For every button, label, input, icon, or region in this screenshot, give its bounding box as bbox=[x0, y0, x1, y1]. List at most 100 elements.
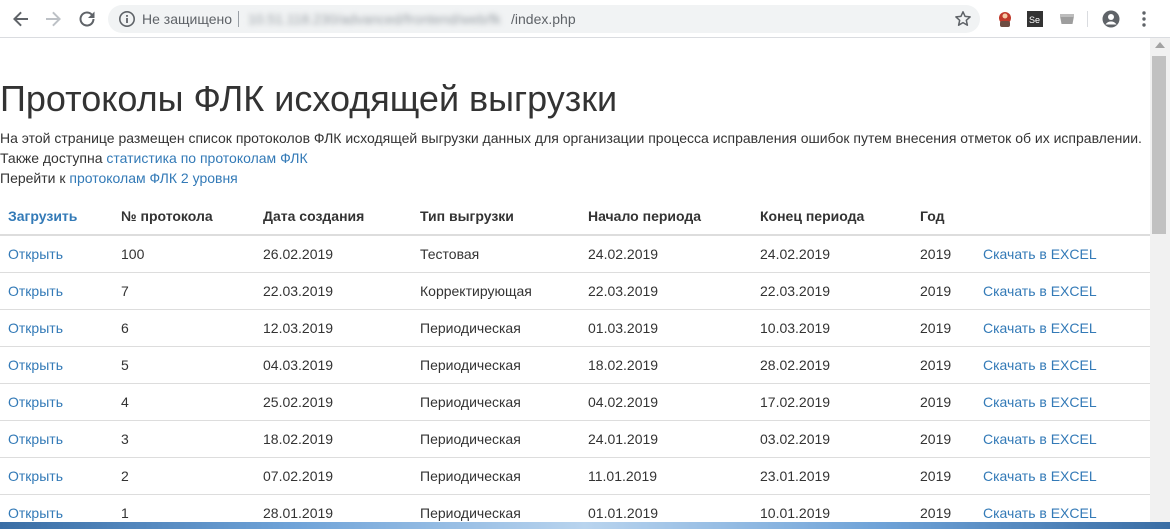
period-start: 24.02.2019 bbox=[580, 234, 752, 273]
column-header-created: Дата создания bbox=[255, 198, 412, 236]
table-row: Открыть 5 04.03.2019 Периодическая 18.02… bbox=[0, 346, 1150, 384]
upload-type: Тестовая bbox=[412, 234, 580, 273]
upload-type: Корректирующая bbox=[412, 272, 580, 310]
toolbar-separator bbox=[1087, 11, 1088, 27]
open-link[interactable]: Открыть bbox=[8, 283, 63, 299]
created-date: 18.02.2019 bbox=[255, 420, 412, 458]
column-header-period-start: Начало периода bbox=[580, 198, 752, 236]
created-date: 04.03.2019 bbox=[255, 346, 412, 384]
year: 2019 bbox=[912, 272, 975, 310]
upload-type: Периодическая bbox=[412, 383, 580, 421]
protocol-number: 5 bbox=[113, 346, 255, 384]
browser-toolbar: Не защищено 10.51.118.230/advanced/front… bbox=[0, 0, 1170, 38]
stats-prefix: Также доступна bbox=[0, 150, 103, 166]
url-host[interactable]: 10.51.118.230/advanced/frontend/web/fk bbox=[248, 11, 501, 27]
created-date: 07.02.2019 bbox=[255, 457, 412, 495]
period-start: 24.01.2019 bbox=[580, 420, 752, 458]
open-link[interactable]: Открыть bbox=[8, 505, 63, 521]
address-separator bbox=[238, 11, 239, 27]
open-link[interactable]: Открыть bbox=[8, 468, 63, 484]
period-end: 17.02.2019 bbox=[752, 383, 912, 421]
url-path[interactable]: /index.php bbox=[511, 11, 576, 27]
download-excel-link[interactable]: Скачать в EXCEL bbox=[983, 246, 1097, 262]
upload-type: Периодическая bbox=[412, 309, 580, 347]
upload-type: Периодическая bbox=[412, 457, 580, 495]
period-start: 01.03.2019 bbox=[580, 309, 752, 347]
download-excel-link[interactable]: Скачать в EXCEL bbox=[983, 431, 1097, 447]
star-icon[interactable] bbox=[954, 10, 972, 28]
table-header-row: Загрузить № протокола Дата создания Тип … bbox=[0, 198, 1150, 236]
back-arrow-icon[interactable] bbox=[9, 7, 33, 31]
column-header-type: Тип выгрузки bbox=[412, 198, 580, 236]
created-date: 26.02.2019 bbox=[255, 234, 412, 273]
selenium-extension-icon[interactable]: Se bbox=[1025, 9, 1045, 29]
level2-line: Перейти к протоколам ФЛК 2 уровня bbox=[0, 168, 1142, 188]
security-status[interactable]: Не защищено bbox=[142, 11, 232, 27]
table-row: Открыть 2 07.02.2019 Периодическая 11.01… bbox=[0, 457, 1150, 495]
period-end: 22.03.2019 bbox=[752, 272, 912, 310]
download-excel-link[interactable]: Скачать в EXCEL bbox=[983, 394, 1097, 410]
table-row: Открыть 100 26.02.2019 Тестовая 24.02.20… bbox=[0, 234, 1150, 273]
period-end: 24.02.2019 bbox=[752, 234, 912, 273]
year: 2019 bbox=[912, 234, 975, 273]
description-text: На этой странице размещен список протоко… bbox=[0, 130, 1142, 146]
column-header-year: Год bbox=[912, 198, 975, 236]
created-date: 25.02.2019 bbox=[255, 383, 412, 421]
reload-icon[interactable] bbox=[75, 7, 99, 31]
table-row: Открыть 4 25.02.2019 Периодическая 04.02… bbox=[0, 383, 1150, 421]
stats-line: Также доступна статистика по протоколам … bbox=[0, 148, 1142, 168]
period-end: 03.02.2019 bbox=[752, 420, 912, 458]
download-excel-link[interactable]: Скачать в EXCEL bbox=[983, 320, 1097, 336]
upload-link-label[interactable]: Загрузить bbox=[8, 208, 77, 224]
stats-link[interactable]: статистика по протоколам ФЛК bbox=[106, 150, 307, 166]
download-excel-link[interactable]: Скачать в EXCEL bbox=[983, 283, 1097, 299]
level2-link[interactable]: протоколам ФЛК 2 уровня bbox=[69, 170, 237, 186]
download-excel-link[interactable]: Скачать в EXCEL bbox=[983, 357, 1097, 373]
year: 2019 bbox=[912, 383, 975, 421]
profile-icon[interactable] bbox=[1101, 9, 1121, 29]
info-icon[interactable] bbox=[118, 10, 136, 28]
open-link[interactable]: Открыть bbox=[8, 431, 63, 447]
period-end: 28.02.2019 bbox=[752, 346, 912, 384]
protocol-number: 100 bbox=[113, 234, 255, 273]
menu-dots-icon[interactable] bbox=[1134, 9, 1154, 29]
scrollbar-thumb[interactable] bbox=[1152, 56, 1166, 234]
table-row: Открыть 3 18.02.2019 Периодическая 24.01… bbox=[0, 420, 1150, 458]
year: 2019 bbox=[912, 346, 975, 384]
protocol-number: 7 bbox=[113, 272, 255, 310]
page-description: На этой странице размещен список протоко… bbox=[0, 128, 1142, 188]
period-start: 04.02.2019 bbox=[580, 383, 752, 421]
extension-icon[interactable] bbox=[1057, 9, 1077, 29]
table-row: Открыть 7 22.03.2019 Корректирующая 22.0… bbox=[0, 272, 1150, 310]
svg-text:Se: Se bbox=[1029, 15, 1040, 25]
protocol-number: 6 bbox=[113, 309, 255, 347]
period-end: 23.01.2019 bbox=[752, 457, 912, 495]
open-link[interactable]: Открыть bbox=[8, 320, 63, 336]
protocol-number: 4 bbox=[113, 383, 255, 421]
page-title: Протоколы ФЛК исходящей выгрузки bbox=[0, 78, 618, 119]
column-header-period-end: Конец периода bbox=[752, 198, 912, 236]
period-end: 10.03.2019 bbox=[752, 309, 912, 347]
extension-icon[interactable] bbox=[995, 9, 1015, 29]
protocol-number: 2 bbox=[113, 457, 255, 495]
created-date: 22.03.2019 bbox=[255, 272, 412, 310]
period-start: 22.03.2019 bbox=[580, 272, 752, 310]
download-excel-link[interactable]: Скачать в EXCEL bbox=[983, 505, 1097, 521]
download-excel-link[interactable]: Скачать в EXCEL bbox=[983, 468, 1097, 484]
year: 2019 bbox=[912, 457, 975, 495]
upload-link[interactable]: Загрузить bbox=[0, 198, 113, 236]
year: 2019 bbox=[912, 309, 975, 347]
period-start: 11.01.2019 bbox=[580, 457, 752, 495]
forward-arrow-icon[interactable] bbox=[41, 7, 65, 31]
open-link[interactable]: Открыть bbox=[8, 394, 63, 410]
table-row: Открыть 6 12.03.2019 Периодическая 01.03… bbox=[0, 309, 1150, 347]
open-link[interactable]: Открыть bbox=[8, 357, 63, 373]
year: 2019 bbox=[912, 420, 975, 458]
scroll-up-arrow-icon[interactable] bbox=[1155, 42, 1165, 48]
open-link[interactable]: Открыть bbox=[8, 246, 63, 262]
address-bar[interactable]: Не защищено 10.51.118.230/advanced/front… bbox=[108, 5, 980, 33]
column-header-actions bbox=[975, 198, 1150, 236]
protocols-table: Загрузить № протокола Дата создания Тип … bbox=[0, 198, 1150, 529]
protocol-number: 3 bbox=[113, 420, 255, 458]
upload-type: Периодическая bbox=[412, 346, 580, 384]
